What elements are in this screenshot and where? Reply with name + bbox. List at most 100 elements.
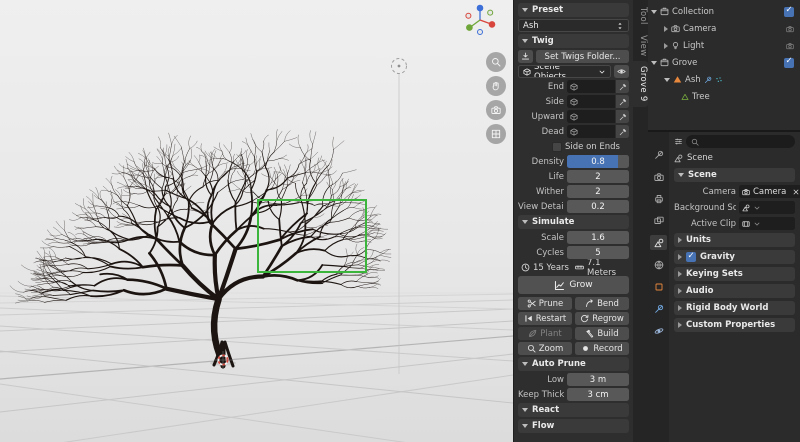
section-keying-sets[interactable]: Keying Sets	[674, 267, 795, 281]
zoom-button[interactable]	[486, 52, 506, 72]
navigation-gizmo[interactable]	[463, 2, 497, 36]
tab-modifiers[interactable]	[650, 301, 667, 316]
restart-button[interactable]: Restart	[518, 312, 572, 325]
low-field[interactable]: 3 m	[567, 373, 629, 386]
panel-header-simulate[interactable]: Simulate	[518, 215, 629, 229]
dead-twig-field[interactable]	[567, 125, 615, 138]
wither-field[interactable]: 2	[567, 185, 629, 198]
right-column: Collection Camera Light Gr	[648, 0, 800, 442]
background-scene-field[interactable]	[739, 201, 795, 214]
magnifier-icon	[527, 344, 536, 353]
outliner-row-grove[interactable]: Grove	[651, 54, 797, 71]
tab-object[interactable]	[650, 279, 667, 294]
side-twig-field[interactable]	[567, 95, 615, 108]
active-clip-field[interactable]	[739, 217, 795, 230]
camera-view-button[interactable]	[486, 100, 506, 120]
section-audio[interactable]: Audio	[674, 284, 795, 298]
collapse-arrow-icon	[522, 424, 528, 428]
expand-arrow-icon[interactable]	[664, 42, 668, 49]
bend-button[interactable]: Bend	[575, 297, 629, 310]
eyedropper-button[interactable]	[616, 95, 629, 108]
keep-thick-field[interactable]: 3 cm	[567, 388, 629, 401]
outliner-row-light[interactable]: Light	[651, 37, 797, 54]
eyedropper-icon	[619, 98, 627, 106]
scale-field[interactable]: 1.6	[567, 231, 629, 244]
gravity-checkbox[interactable]	[686, 251, 696, 262]
tab-render[interactable]	[650, 169, 667, 184]
button-label: Record	[593, 343, 623, 354]
panel-header-preset[interactable]: Preset	[518, 3, 629, 17]
panel-header-twig[interactable]: Twig	[518, 34, 629, 48]
collection-checkbox[interactable]	[784, 5, 794, 17]
collection-checkbox[interactable]	[784, 56, 794, 68]
preset-dropdown[interactable]: Ash	[518, 19, 629, 32]
twig-source-dropdown[interactable]: Scene Objects	[518, 65, 611, 78]
plant-button[interactable]: Plant	[518, 327, 572, 340]
view-detail-field[interactable]: 0.2	[567, 200, 629, 213]
outliner-row-collection[interactable]: Collection	[651, 3, 797, 20]
section-units[interactable]: Units	[674, 233, 795, 247]
scene-camera-field[interactable]: Camera	[739, 185, 800, 198]
clear-icon[interactable]	[792, 188, 800, 196]
zoom-action-button[interactable]: Zoom	[518, 342, 572, 355]
set-twigs-folder-button[interactable]: Set Twigs Folder...	[536, 50, 629, 63]
panel-header-react[interactable]: React	[518, 403, 629, 417]
selection-rectangle	[257, 199, 367, 273]
tab-view-layer[interactable]	[650, 213, 667, 228]
properties-search-input[interactable]	[686, 135, 795, 148]
record-button[interactable]: Record	[575, 342, 629, 355]
outliner-row-tree[interactable]: Tree	[651, 88, 797, 105]
section-label: Custom Properties	[686, 320, 776, 330]
grow-button[interactable]: Grow	[518, 276, 629, 294]
section-gravity[interactable]: Gravity	[674, 250, 795, 264]
field-value: 0.8	[591, 156, 605, 167]
expand-arrow-icon[interactable]	[651, 60, 657, 65]
render-visibility-icon[interactable]	[786, 42, 794, 50]
pan-button[interactable]	[486, 76, 506, 96]
camera-icon	[742, 188, 750, 196]
editor-type-icon[interactable]	[674, 137, 683, 146]
expand-arrow-icon[interactable]	[664, 77, 670, 82]
section-custom-properties[interactable]: Custom Properties	[674, 318, 795, 332]
button-label: Grow	[569, 280, 593, 290]
regrow-button[interactable]: Regrow	[575, 312, 629, 325]
end-twig-field[interactable]	[567, 80, 615, 93]
panel-header-flow[interactable]: Flow	[518, 419, 629, 433]
cycles-field[interactable]: 5	[567, 246, 629, 259]
expand-arrow-icon[interactable]	[651, 9, 657, 14]
side-on-ends-checkbox[interactable]	[552, 141, 562, 152]
life-field[interactable]: 2	[567, 170, 629, 183]
tab-grove9[interactable]: Grove 9	[633, 61, 648, 107]
outliner-row-camera[interactable]: Camera	[651, 20, 797, 37]
eyedropper-button[interactable]	[616, 110, 629, 123]
collapse-arrow-icon	[522, 8, 528, 12]
ruler-icon	[575, 263, 584, 272]
tab-view[interactable]: View	[633, 30, 648, 61]
density-slider[interactable]: 0.8	[567, 155, 629, 168]
field-label: Life	[548, 171, 564, 182]
prune-button[interactable]: Prune	[518, 297, 572, 310]
tab-physics[interactable]	[650, 323, 667, 338]
grid-toggle-button[interactable]	[486, 124, 506, 144]
section-rigid-body-world[interactable]: Rigid Body World	[674, 301, 795, 315]
panel-header-auto-prune[interactable]: Auto Prune	[518, 357, 629, 371]
build-button[interactable]: Build	[575, 327, 629, 340]
outliner-item-label: Ash	[685, 74, 701, 85]
panel-header-label: Simulate	[532, 217, 575, 227]
twigs-import-button[interactable]	[518, 50, 533, 63]
eyedropper-button[interactable]	[616, 125, 629, 138]
upward-twig-field[interactable]	[567, 110, 615, 123]
tab-tool[interactable]	[650, 147, 667, 162]
expand-arrow-icon[interactable]	[664, 25, 668, 32]
panel-header-scene[interactable]: Scene	[674, 168, 795, 182]
eyedropper-button[interactable]	[616, 80, 629, 93]
tab-output[interactable]	[650, 191, 667, 206]
tab-tool[interactable]: Tool	[633, 2, 648, 30]
outliner-row-ash[interactable]: Ash	[651, 71, 797, 88]
render-visibility-icon[interactable]	[786, 25, 794, 33]
3d-viewport[interactable]	[0, 0, 513, 442]
twig-visibility-button[interactable]	[614, 65, 629, 78]
outliner-item-label: Tree	[692, 91, 710, 102]
tab-world[interactable]	[650, 257, 667, 272]
tab-scene[interactable]	[650, 235, 667, 250]
